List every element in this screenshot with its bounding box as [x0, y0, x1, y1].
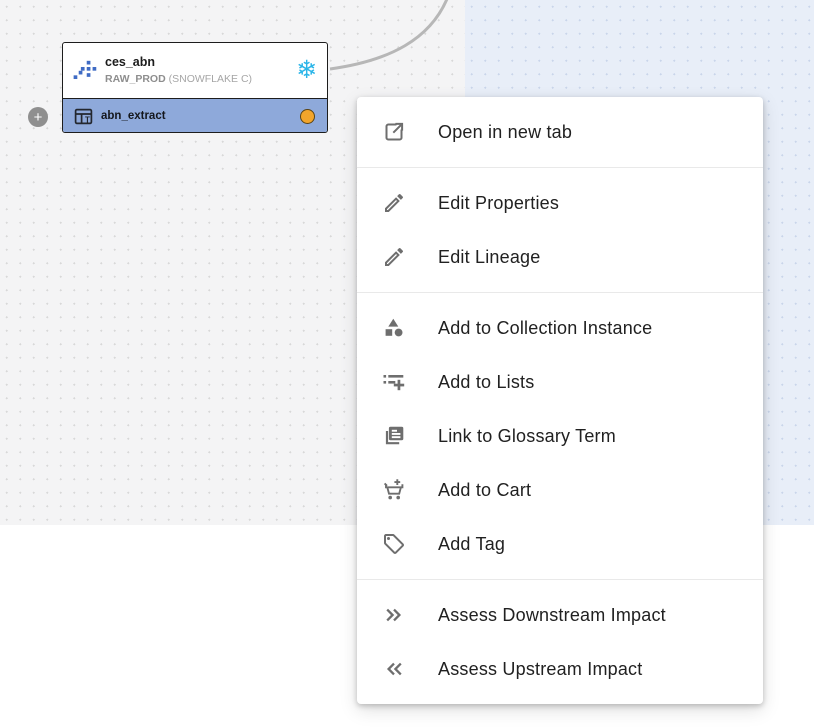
dataset-node-titles: ces_abn RAW_PROD (SNOWFLAKE C) [105, 55, 290, 86]
menu-item-label: Add to Cart [438, 480, 531, 501]
svg-text:T: T [85, 115, 90, 124]
dataset-node-header[interactable]: ces_abn RAW_PROD (SNOWFLAKE C) ❄ [63, 43, 327, 98]
glossary-book-icon [382, 424, 406, 448]
shapes-icon [382, 316, 406, 340]
menu-item-add-tag[interactable]: Add Tag [357, 517, 763, 571]
context-menu-group: Open in new tab [357, 97, 763, 167]
pencil-icon [382, 191, 406, 215]
context-menu-group: Edit Properties Edit Lineage [357, 168, 763, 292]
menu-item-label: Link to Glossary Term [438, 426, 616, 447]
double-chevron-right-icon [382, 603, 406, 627]
menu-item-label: Add to Lists [438, 372, 534, 393]
menu-item-link-to-glossary-term[interactable]: Link to Glossary Term [357, 409, 763, 463]
dataset-subtitle: RAW_PROD (SNOWFLAKE C) [105, 72, 290, 86]
menu-item-label: Add to Collection Instance [438, 318, 652, 339]
menu-item-add-to-collection-instance[interactable]: Add to Collection Instance [357, 301, 763, 355]
menu-item-label: Open in new tab [438, 122, 572, 143]
double-chevron-left-icon [382, 657, 406, 681]
table-row-selected[interactable]: T abn_extract [63, 98, 327, 133]
menu-item-assess-upstream-impact[interactable]: Assess Upstream Impact [357, 642, 763, 696]
menu-item-edit-properties[interactable]: Edit Properties [357, 176, 763, 230]
cart-add-icon [382, 478, 406, 502]
status-indicator-dot [300, 109, 315, 124]
open-in-new-icon [382, 120, 406, 144]
context-menu: Open in new tab Edit Properties E [357, 97, 763, 704]
menu-item-label: Assess Downstream Impact [438, 605, 666, 626]
menu-item-label: Edit Lineage [438, 247, 540, 268]
context-menu-group: Add to Collection Instance [357, 293, 763, 579]
snowflake-icon: ❄ [296, 58, 317, 83]
datasource-name: (SNOWFLAKE C) [169, 73, 252, 85]
menu-item-label: Assess Upstream Impact [438, 659, 642, 680]
tag-icon [382, 532, 406, 556]
menu-item-assess-downstream-impact[interactable]: Assess Downstream Impact [357, 588, 763, 642]
menu-item-label: Add Tag [438, 534, 505, 555]
menu-item-label: Edit Properties [438, 193, 559, 214]
dataset-node[interactable]: ces_abn RAW_PROD (SNOWFLAKE C) ❄ T abn_e… [62, 42, 328, 133]
menu-item-add-to-cart[interactable]: Add to Cart [357, 463, 763, 517]
context-menu-group: Assess Downstream Impact Assess Upstream… [357, 580, 763, 704]
table-icon: T [74, 107, 93, 126]
menu-item-add-to-lists[interactable]: Add to Lists [357, 355, 763, 409]
menu-item-open-in-new-tab[interactable]: Open in new tab [357, 105, 763, 159]
schema-name: RAW_PROD [105, 73, 166, 85]
dataset-title: ces_abn [105, 55, 290, 70]
pencil-icon [382, 245, 406, 269]
expand-lineage-button[interactable]: + [28, 107, 48, 127]
lineage-dots-icon [72, 59, 98, 83]
menu-item-edit-lineage[interactable]: Edit Lineage [357, 230, 763, 284]
list-add-icon [382, 370, 406, 394]
lineage-view: + ces_abn RAW_PROD (SNOWFLAKE C) ❄ [0, 0, 814, 727]
table-name: abn_extract [101, 110, 300, 122]
